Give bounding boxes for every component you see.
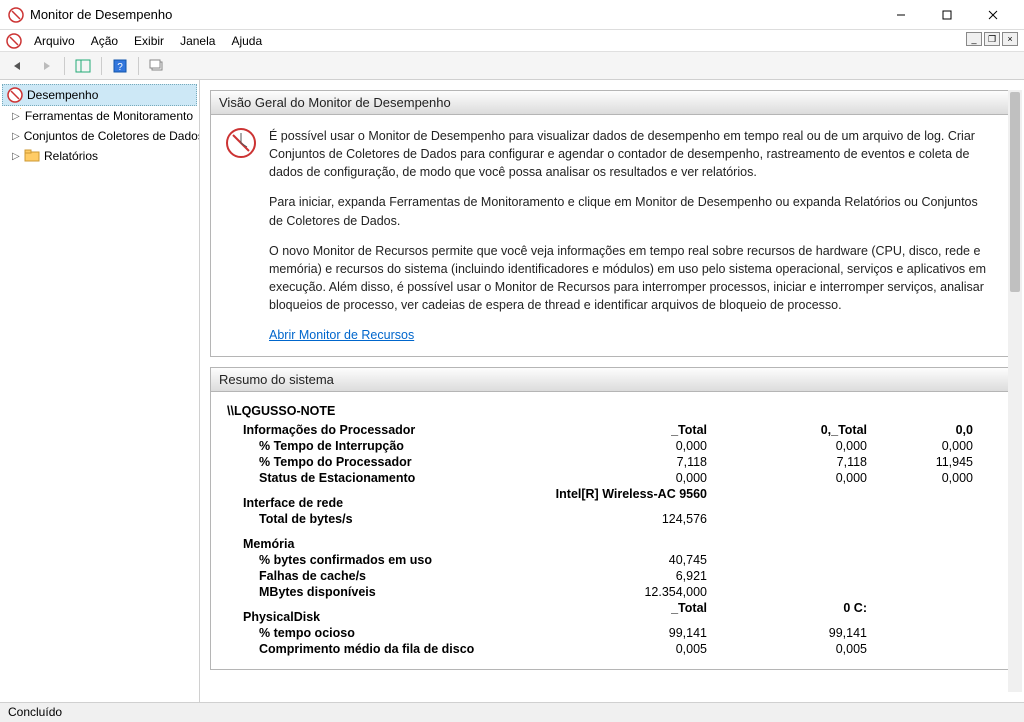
menubar: Arquivo Ação Exibir Janela Ajuda _ ❐ × (0, 30, 1024, 52)
svg-text:?: ? (117, 62, 123, 73)
mdi-minimize[interactable]: _ (966, 32, 982, 46)
expand-icon[interactable]: ▷ (12, 151, 24, 162)
overview-panel: Visão Geral do Monitor de Desempenho É p… (210, 90, 1010, 357)
summary-header: Resumo do sistema (211, 368, 1009, 392)
scrollbar-thumb[interactable] (1010, 92, 1020, 292)
folder-icon (20, 108, 21, 124)
tree-collectors-label: Conjuntos de Coletores de Dados (24, 129, 200, 143)
summary-table: Informações do Processador _Total 0,_Tot… (227, 422, 993, 657)
help-button[interactable]: ? (108, 55, 132, 77)
tree-item-collectors[interactable]: ▷ Conjuntos de Coletores de Dados (2, 126, 197, 146)
vertical-scrollbar[interactable] (1008, 90, 1022, 692)
status-text: Concluído (8, 705, 62, 719)
overview-p2: Para iniciar, expanda Ferramentas de Mon… (269, 193, 995, 229)
tree-root-label: Desempenho (27, 88, 98, 102)
overview-header: Visão Geral do Monitor de Desempenho (211, 91, 1009, 115)
mdi-restore[interactable]: ❐ (984, 32, 1000, 46)
mdi-close[interactable]: × (1002, 32, 1018, 46)
proc-h3: 0,0 (887, 422, 993, 438)
tree-item-reports[interactable]: ▷ Relatórios (2, 146, 197, 166)
proc-h2: 0,_Total (727, 422, 887, 438)
tree-root-desempenho[interactable]: Desempenho (2, 84, 197, 106)
show-hide-tree-button[interactable] (71, 55, 95, 77)
toolbar: ? (0, 52, 1024, 80)
menu-janela[interactable]: Janela (172, 32, 223, 50)
app-icon (8, 7, 24, 23)
content-panel: Visão Geral do Monitor de Desempenho É p… (200, 80, 1024, 702)
menu-acao[interactable]: Ação (83, 32, 126, 50)
open-resource-monitor-link[interactable]: Abrir Monitor de Recursos (269, 328, 414, 342)
expand-icon[interactable]: ▷ (12, 111, 20, 122)
folder-icon (24, 148, 40, 164)
menu-arquivo[interactable]: Arquivo (26, 32, 83, 50)
tree-tools-label: Ferramentas de Monitoramento (25, 109, 193, 123)
overview-p1: É possível usar o Monitor de Desempenho … (269, 127, 995, 181)
main-area: Desempenho ▷ Ferramentas de Monitorament… (0, 80, 1024, 702)
tree-reports-label: Relatórios (44, 149, 98, 163)
statusbar: Concluído (0, 702, 1024, 722)
maximize-button[interactable] (924, 0, 970, 30)
window-title: Monitor de Desempenho (30, 7, 878, 22)
summary-panel: Resumo do sistema \\LQGUSSO-NOTE Informa… (210, 367, 1010, 670)
back-button[interactable] (6, 55, 30, 77)
menu-app-icon (6, 33, 22, 49)
tree-panel: Desempenho ▷ Ferramentas de Monitorament… (0, 80, 200, 702)
hostname: \\LQGUSSO-NOTE (227, 404, 993, 418)
expand-icon[interactable]: ▷ (12, 131, 20, 142)
proc-h1: _Total (547, 422, 727, 438)
perf-icon (7, 87, 23, 103)
proc-title: Informações do Processador (227, 422, 547, 438)
forward-button[interactable] (34, 55, 58, 77)
minimize-button[interactable] (878, 0, 924, 30)
menu-ajuda[interactable]: Ajuda (223, 32, 270, 50)
overview-icon (225, 127, 257, 159)
close-button[interactable] (970, 0, 1016, 30)
new-window-button[interactable] (145, 55, 169, 77)
menu-exibir[interactable]: Exibir (126, 32, 172, 50)
tree-item-tools[interactable]: ▷ Ferramentas de Monitoramento (2, 106, 197, 126)
titlebar: Monitor de Desempenho (0, 0, 1024, 30)
overview-p3: O novo Monitor de Recursos permite que v… (269, 242, 995, 315)
